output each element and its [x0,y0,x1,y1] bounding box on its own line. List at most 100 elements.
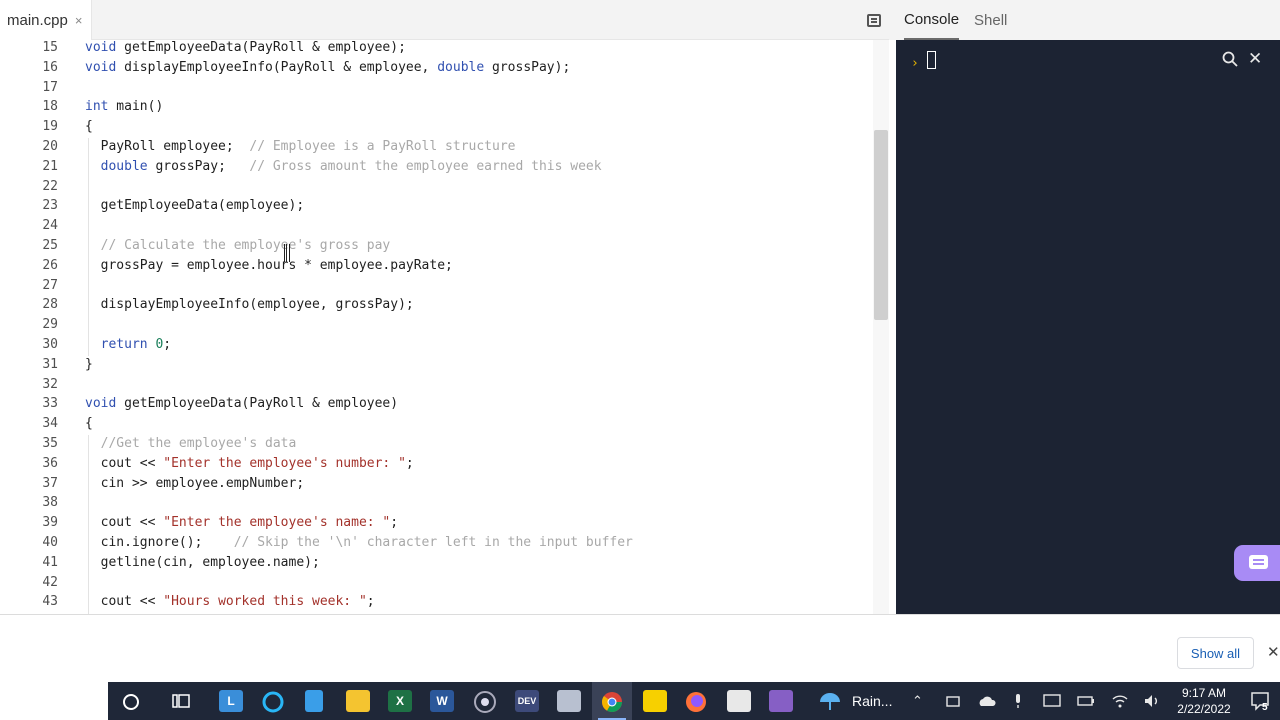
sticky-notes-icon[interactable] [643,690,667,712]
code-line[interactable]: 36 cout << "Enter the employee's number:… [0,454,873,474]
tab-close-icon[interactable]: × [75,13,83,28]
code-line[interactable]: 29 [0,315,873,335]
chat-button[interactable] [1234,545,1280,581]
task-view-icon[interactable] [172,693,190,709]
code-line[interactable]: 33 void getEmployeeData(PayRoll & employe… [0,394,873,414]
show-all-button[interactable]: Show all [1177,637,1254,669]
code-token: cin >> employee.empNumber; [85,475,305,491]
phone-icon[interactable] [305,690,323,712]
chrome-icon[interactable] [600,690,624,714]
volume-icon[interactable] [1143,693,1161,709]
code-line[interactable]: 38 [0,493,873,513]
code-line[interactable]: 41 getline(cin, employee.name); [0,553,873,573]
close-icon[interactable]: ✕ [1248,49,1262,69]
code-token: grossPay); [484,59,571,75]
code-token: getEmployeeData(employee); [85,198,305,214]
code-line[interactable]: 16 void displayEmployeeInfo(PayRoll & emp… [0,58,873,78]
wifi-icon[interactable] [1111,693,1129,709]
tab-shell[interactable]: Shell [974,0,1007,40]
code-comment: // Employee is a PayRoll structure [249,139,516,154]
folder-icon[interactable] [346,690,370,712]
code-text: cin >> employee.empNumber; [85,474,305,494]
firefox-icon[interactable] [684,690,708,714]
tab-main-cpp[interactable]: main.cpp × [0,0,92,40]
tray-app-icon[interactable] [946,694,960,708]
code-line[interactable]: 35 //Get the employee's data [0,434,873,454]
code-line[interactable]: 39 cout << "Enter the employee's name: "… [0,513,873,533]
battery-icon[interactable] [1077,695,1095,707]
tab-console[interactable]: Console [904,0,960,40]
code-token: cin.ignore(); [85,535,234,550]
code-editor[interactable]: 15 void getEmployeeData(PayRoll & employe… [0,40,873,614]
clock-date: 2/22/2022 [1177,702,1231,716]
visual-studio-icon[interactable] [769,690,793,712]
microphone-icon[interactable] [1013,693,1023,709]
code-keyword: void [85,59,117,75]
code-line[interactable]: 34 { [0,414,873,434]
code-keyword: void [85,40,117,55]
code-token: cout << [85,515,164,531]
code-token: getEmployeeData(PayRoll & employee); [116,40,406,55]
editor-scrollbar[interactable] [873,40,889,614]
prompt-icon: › [911,56,919,71]
code-line[interactable]: 22 [0,177,873,197]
code-line[interactable]: 42 [0,573,873,593]
line-number: 30 [42,337,58,352]
code-line[interactable]: 40 cin.ignore(); // Skip the '\n' charac… [0,533,873,553]
code-text: getline(cin, employee.name); [85,553,320,573]
code-line[interactable]: 25 // Calculate the employee's gross pay [0,236,873,256]
display-icon[interactable] [1043,694,1061,708]
code-text: displayEmployeeInfo(employee, grossPay); [85,295,414,315]
launcher-icon[interactable]: L [219,690,243,712]
code-line[interactable]: 20 PayRoll employee; // Employee is a Pa… [0,137,873,157]
code-token: { [85,119,93,135]
code-text: double grossPay; // Gross amount the emp… [85,157,602,177]
word-icon[interactable]: W [430,690,454,712]
chevron-up-icon[interactable]: ⌃ [912,693,923,709]
line-number: 33 [42,396,58,412]
chat-icon [1249,555,1268,569]
onedrive-icon[interactable] [978,694,996,708]
line-number: 38 [42,495,58,511]
umbrella-icon[interactable] [818,691,842,713]
code-line[interactable]: 31} [0,355,873,375]
code-token: grossPay = employee.hours * employee.pay… [85,257,453,273]
search-icon[interactable] [1222,51,1238,67]
code-line[interactable]: 24 [0,216,873,236]
search-circle-icon[interactable] [122,693,140,711]
code-line[interactable]: 37 cin >> employee.empNumber; [0,474,873,494]
code-line[interactable]: 21 double grossPay; // Gross amount the … [0,157,873,177]
code-line[interactable]: 30 return 0; [0,335,873,355]
devcpp-icon[interactable]: DEV [515,690,539,712]
app-icon[interactable] [727,690,751,712]
code-line[interactable]: 28 displayEmployeeInfo(employee, grossPa… [0,295,873,315]
code-line[interactable]: 26 grossPay = employee.hours * employee.… [0,256,873,276]
code-token: { [85,416,93,432]
code-line[interactable]: 19 { [0,117,873,137]
downloads-close-icon[interactable]: ✕ [1267,643,1280,661]
code-line[interactable]: 32 [0,375,873,395]
app-icon[interactable] [557,690,581,712]
excel-icon[interactable]: X [388,690,412,712]
code-keyword: void [85,396,117,412]
cortana-icon[interactable] [261,690,285,714]
code-line[interactable]: 43 cout << "Hours worked this week: "; [0,592,873,612]
editor-scroll-thumb[interactable] [874,130,888,320]
line-number: 34 [42,416,58,432]
console-output[interactable]: › ✕ [896,40,1280,614]
code-line[interactable]: 27 [0,276,873,296]
code-line[interactable]: 15 void getEmployeeData(PayRoll & employe… [0,40,873,58]
code-line[interactable]: 23 getEmployeeData(employee); [0,196,873,216]
line-number: 17 [42,79,58,95]
media-player-icon[interactable] [473,690,497,714]
code-string: "Enter the employee's number: " [163,455,406,471]
code-line[interactable]: 17 [0,78,873,98]
code-text: grossPay = employee.hours * employee.pay… [85,256,453,276]
code-line[interactable]: 18 int main() [0,97,873,117]
line-number: 40 [42,535,58,550]
system-clock[interactable]: 9:17 AM 2/22/2022 [1170,685,1238,717]
layout-toggle-icon[interactable] [867,14,881,27]
weather-label[interactable]: Rain... [852,693,892,709]
